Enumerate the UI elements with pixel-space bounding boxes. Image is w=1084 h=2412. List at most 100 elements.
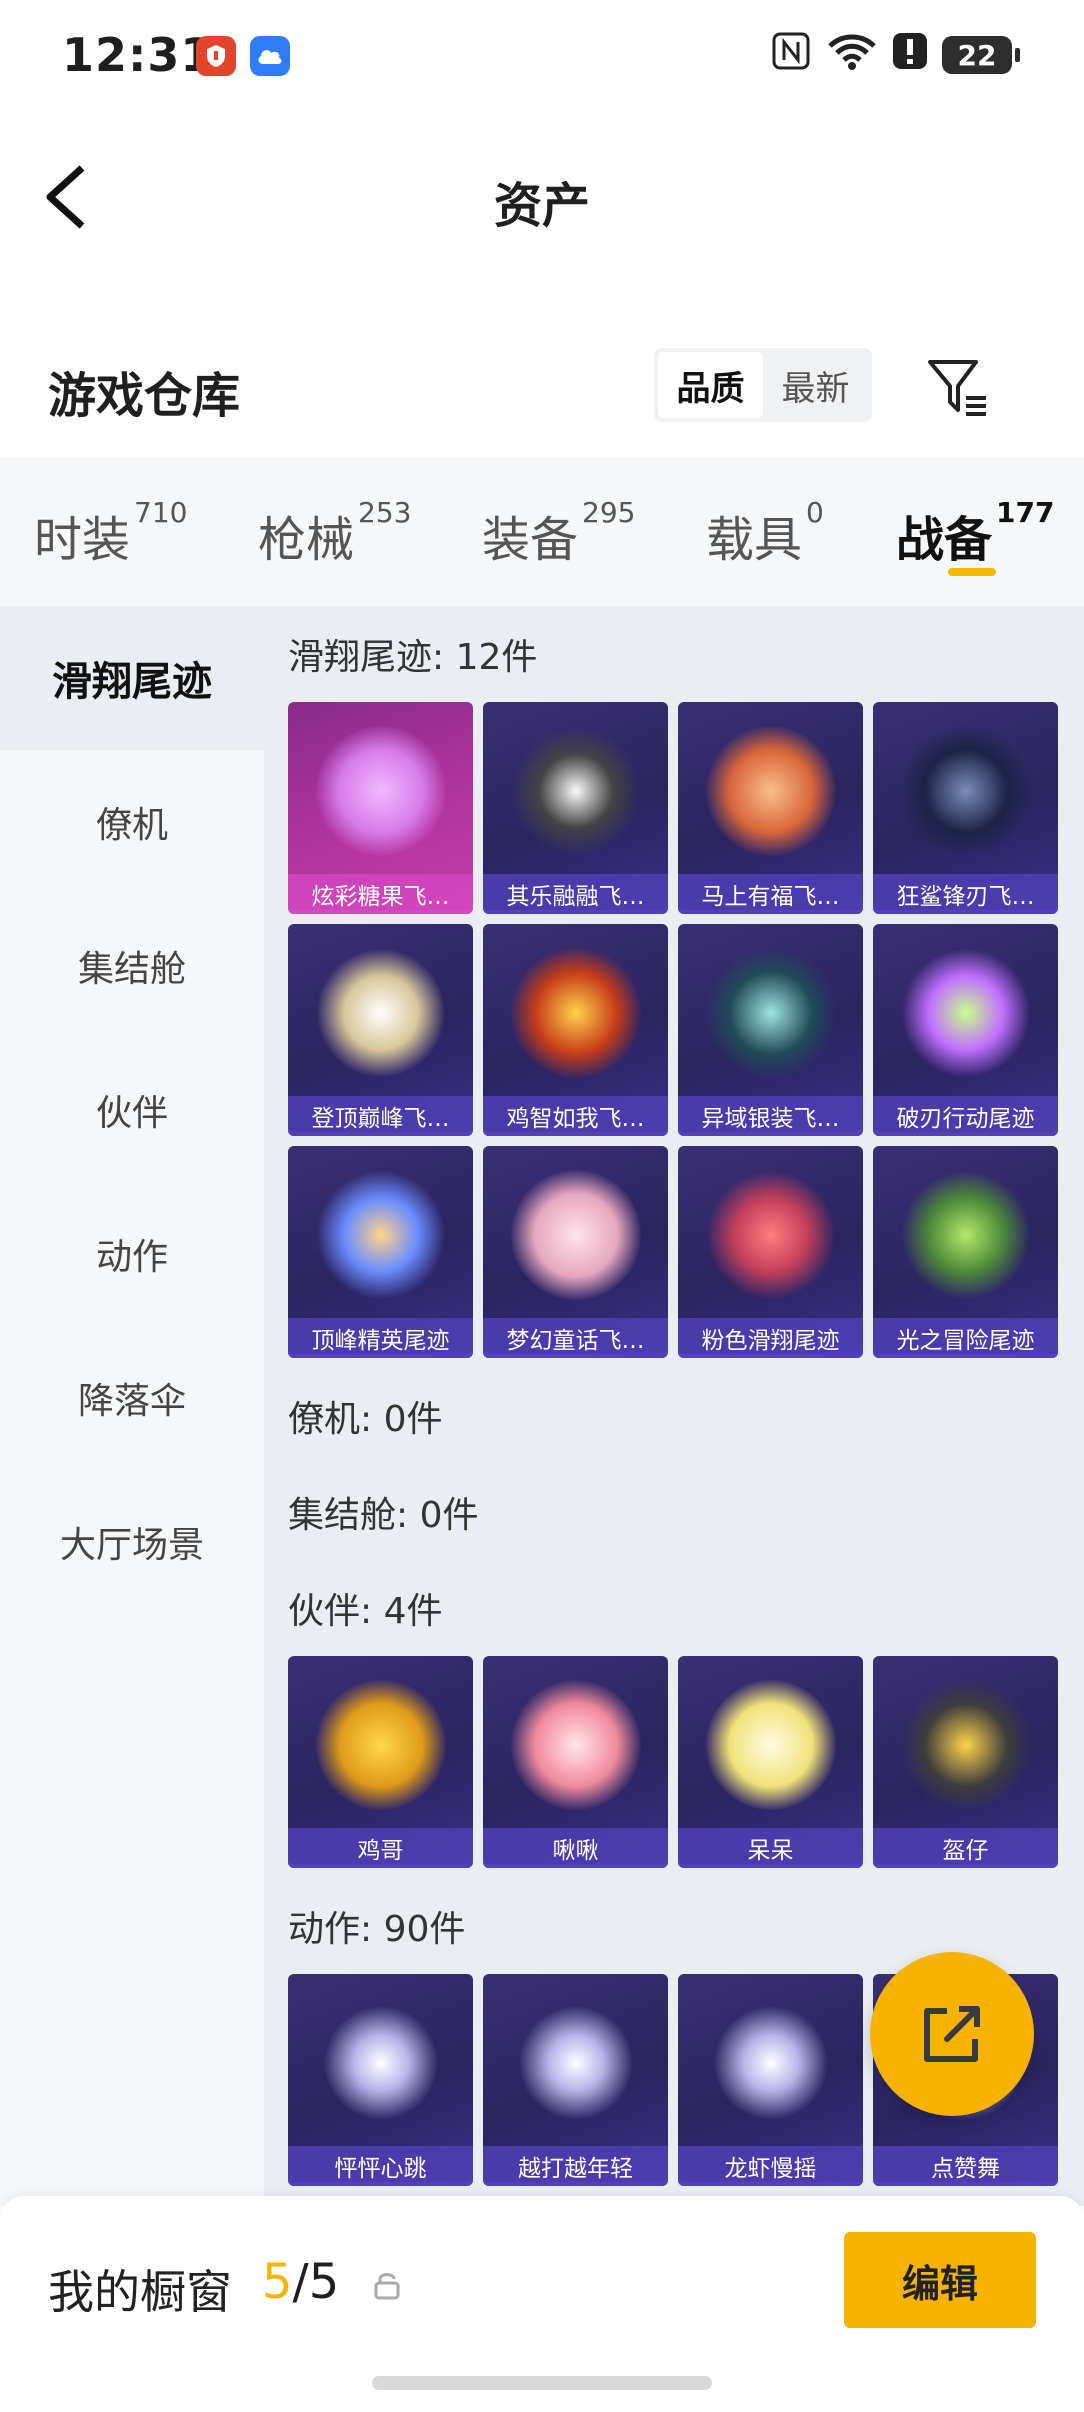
sidebar-item-assembly-pod[interactable]: 集结舱 [0,894,264,1038]
item-image [316,726,446,856]
sidebar-item-wingman[interactable]: 僚机 [0,750,264,894]
item-image [706,1680,836,1810]
item-name: 登顶巅峰飞… [288,1096,473,1136]
tab-fashion[interactable]: 时装 710 [34,496,187,570]
item-name: 盔仔 [873,1828,1058,1868]
edit-button[interactable]: 编辑 [844,2232,1036,2328]
tab-vehicles[interactable]: 载具 0 [706,496,824,570]
page-title: 资产 [493,178,590,234]
item-name: 越打越年轻 [483,2146,668,2186]
item-card[interactable]: 鸡智如我飞… [483,924,668,1136]
showcase-current: 5 [262,2254,293,2310]
item-name: 其乐融融飞… [483,874,668,914]
nfc-icon [772,32,810,79]
sidebar-item-glide-trail[interactable]: 滑翔尾迹 [0,606,264,750]
tab-equipment[interactable]: 装备 295 [482,496,635,570]
item-name: 顶峰精英尾迹 [288,1318,473,1358]
section-heading: 滑翔尾迹: 12件 [288,637,538,678]
item-name: 呆呆 [678,1828,863,1868]
alert-icon [892,32,928,79]
item-card[interactable]: 马上有福飞… [678,702,863,914]
warehouse-header: 游戏仓库 品质 最新 [0,330,1084,440]
tab-guns[interactable]: 枪械 253 [258,496,411,570]
item-card[interactable]: 龙虾慢摇 [678,1974,863,2186]
section-heading: 僚机: 0件 [288,1399,443,1440]
item-image [901,1680,1031,1810]
sort-latest-button[interactable]: 最新 [763,352,868,418]
sidebar-item-emote[interactable]: 动作 [0,1182,264,1326]
active-tab-indicator [948,568,996,576]
wifi-icon [826,32,878,79]
sidebar-item-parachute[interactable]: 降落伞 [0,1326,264,1470]
security-app-icon [196,36,236,76]
item-name: 破刃行动尾迹 [873,1096,1058,1136]
item-image [901,726,1031,856]
item-image [316,1680,446,1810]
battery-indicator: 22 [942,36,1020,74]
item-card[interactable]: 登顶巅峰飞… [288,924,473,1136]
item-name: 狂鲨锋刃飞… [873,874,1058,914]
share-icon [924,2006,980,2062]
sort-quality-button[interactable]: 品质 [658,352,763,418]
companion-grid: 鸡哥 啾啾 呆呆 盔仔 [264,1656,1084,1868]
section-heading: 伙伴: 4件 [288,1591,443,1632]
share-button[interactable] [870,1952,1034,2116]
tab-war-gear[interactable]: 战备 177 [896,496,1054,570]
item-name: 怦怦心跳 [288,2146,473,2186]
item-card[interactable]: 梦幻童话飞… [483,1146,668,1358]
cloud-app-icon [250,36,290,76]
item-name: 啾啾 [483,1828,668,1868]
sidebar: 滑翔尾迹 僚机 集结舱 伙伴 动作 降落伞 大厅场景 [0,606,264,2206]
sidebar-item-lobby-scene[interactable]: 大厅场景 [0,1470,264,1614]
item-card[interactable]: 炫彩糖果飞… [288,702,473,914]
item-card[interactable]: 越打越年轻 [483,1974,668,2186]
item-image [316,1170,446,1300]
sort-toggle: 品质 最新 [654,348,872,422]
item-name: 梦幻童话飞… [483,1318,668,1358]
item-name: 异域银装飞… [678,1096,863,1136]
item-card[interactable]: 粉色滑翔尾迹 [678,1146,863,1358]
item-name: 鸡智如我飞… [483,1096,668,1136]
item-card[interactable]: 鸡哥 [288,1656,473,1868]
item-name: 炫彩糖果飞… [288,874,473,914]
item-card[interactable]: 怦怦心跳 [288,1974,473,2186]
item-card[interactable]: 盔仔 [873,1656,1058,1868]
item-card[interactable]: 破刃行动尾迹 [873,924,1058,1136]
item-image [706,1998,836,2128]
item-image [901,1170,1031,1300]
app-header: 资产 [0,110,1084,280]
item-image [511,1680,641,1810]
item-image [706,948,836,1078]
item-name: 点赞舞 [873,2146,1058,2186]
item-name: 马上有福飞… [678,874,863,914]
item-image [901,948,1031,1078]
section-heading: 集结舱: 0件 [288,1495,479,1536]
showcase-separator: / [292,2254,309,2310]
item-image [511,1170,641,1300]
item-card[interactable]: 其乐融融飞… [483,702,668,914]
showcase-count: 5/5 [262,2254,339,2310]
item-card[interactable]: 狂鲨锋刃飞… [873,702,1058,914]
item-card[interactable]: 啾啾 [483,1656,668,1868]
item-name: 粉色滑翔尾迹 [678,1318,863,1358]
item-card[interactable]: 光之冒险尾迹 [873,1146,1058,1358]
item-image [316,948,446,1078]
item-image [511,726,641,856]
item-image [511,1998,641,2128]
showcase-label: 我的橱窗 [48,2265,232,2319]
sidebar-item-companion[interactable]: 伙伴 [0,1038,264,1182]
filter-button[interactable] [926,356,990,420]
item-image [706,1170,836,1300]
item-card[interactable]: 呆呆 [678,1656,863,1868]
item-name: 光之冒险尾迹 [873,1318,1058,1358]
category-tabs: 时装 710 枪械 253 装备 295 载具 0 战备 177 [0,458,1084,606]
item-card[interactable]: 异域银装飞… [678,924,863,1136]
item-image [316,1998,446,2128]
warehouse-title: 游戏仓库 [48,368,241,424]
item-name: 鸡哥 [288,1828,473,1868]
home-indicator [372,2376,712,2390]
item-image [511,948,641,1078]
item-image [706,726,836,856]
filter-icon [928,360,986,416]
item-card[interactable]: 顶峰精英尾迹 [288,1146,473,1358]
